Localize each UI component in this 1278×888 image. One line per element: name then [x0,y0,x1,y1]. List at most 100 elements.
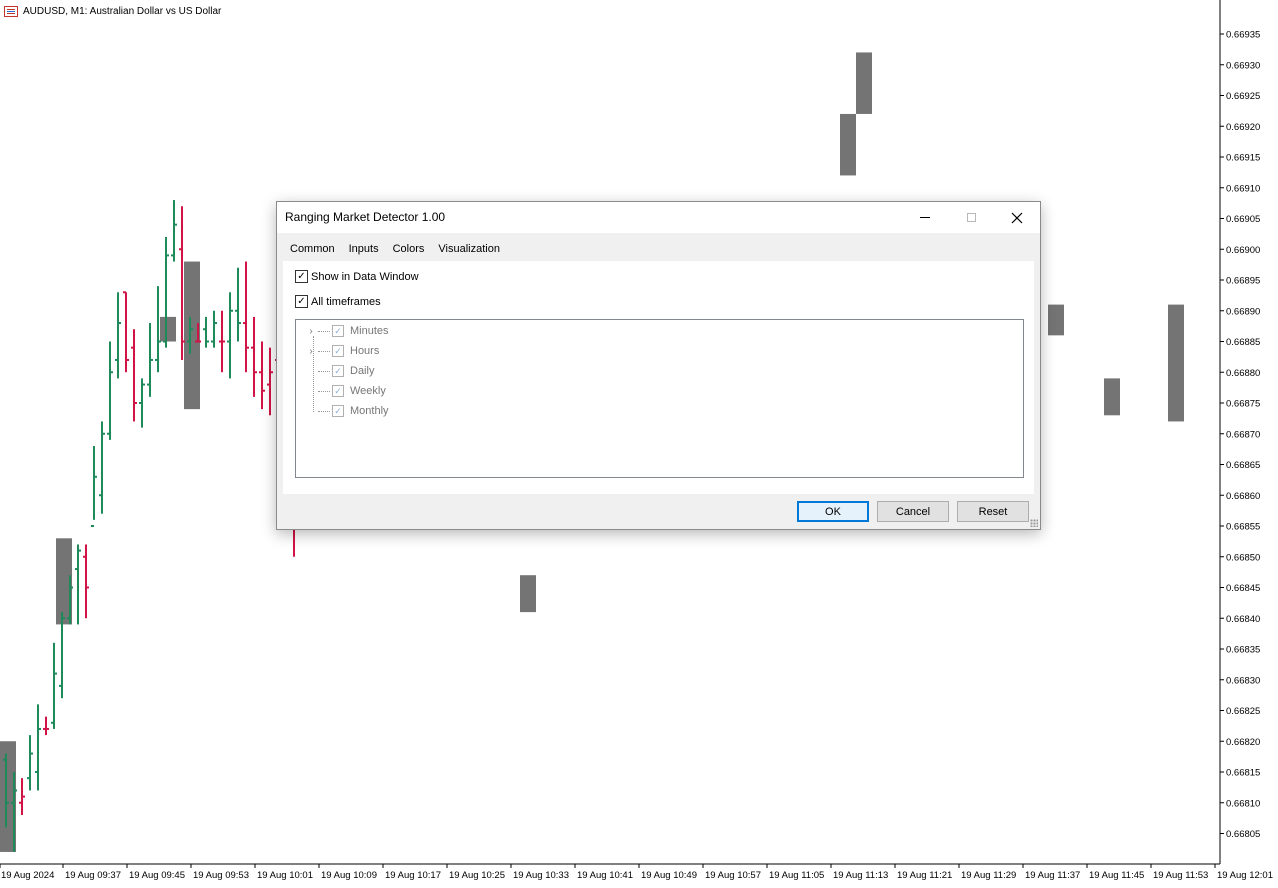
time-tick-label: 19 Aug 10:33 [513,870,569,881]
ohlc-bar [131,329,137,422]
price-tick-label: 0.66830 [1226,675,1260,686]
weekly-checkbox: ✓ [332,385,344,397]
ohlc-bar [59,612,65,699]
price-tick-label: 0.66900 [1226,245,1260,256]
show-in-data-window-checkbox[interactable]: ✓ [295,270,308,283]
time-tick-label: 19 Aug 10:49 [641,870,697,881]
daily-checkbox: ✓ [332,365,344,377]
price-tick-label: 0.66835 [1226,645,1260,656]
tree-item-weekly: ✓ Weekly [306,383,386,399]
time-tick-label: 19 Aug 10:17 [385,870,441,881]
ohlc-bar [243,261,249,373]
tree-branch [318,410,330,412]
chart-title: AUDUSD, M1: Australian Dollar vs US Doll… [4,6,221,17]
tree-item-minutes: › ✓ Minutes [306,323,389,339]
close-icon [1011,212,1023,223]
tree-branch [318,350,330,352]
tab-common[interactable]: Common [283,240,342,260]
price-tick-label: 0.66895 [1226,276,1260,287]
all-timeframes-row[interactable]: ✓ All timeframes [295,295,381,308]
show-in-data-window-row[interactable]: ✓ Show in Data Window [295,270,419,283]
resize-grip[interactable] [1030,519,1038,527]
time-tick-label: 19 Aug 11:29 [961,870,1016,881]
time-tick-label: 19 Aug 11:37 [1025,870,1080,881]
all-timeframes-label: All timeframes [311,295,381,308]
ok-button[interactable]: OK [797,501,869,522]
price-tick-label: 0.66875 [1226,399,1260,410]
monthly-checkbox: ✓ [332,405,344,417]
price-tick-label: 0.66805 [1226,829,1260,840]
tree-label-hours: Hours [350,345,380,357]
price-tick-label: 0.66850 [1226,552,1260,563]
ohlc-bar [91,446,97,527]
time-tick-label: 19 Aug 11:53 [1153,870,1208,881]
show-in-data-window-label: Show in Data Window [311,270,419,283]
price-tick-label: 0.66890 [1226,306,1260,317]
time-tick-label: 19 Aug 09:37 [65,870,121,881]
maximize-icon [966,213,976,222]
price-tick-label: 0.66825 [1226,706,1260,717]
price-axis: 0.66935 0.66930 0.66925 0.66920 0.66915 0.669… [1220,30,1260,840]
close-button[interactable] [994,202,1040,233]
time-tick-label: 19 Aug 2024 [1,870,54,881]
reset-button[interactable]: Reset [957,501,1029,522]
time-tick-label: 19 Aug 11:05 [769,870,824,881]
range-box [1104,378,1120,416]
time-tick-label: 19 Aug 10:57 [705,870,761,881]
range-box [840,113,856,176]
range-box [1048,304,1064,336]
time-tick-label: 19 Aug 12:01 [1217,870,1273,881]
timeframes-tree: › ✓ Minutes › ✓ Hours ✓ Daily ✓ Weekly ✓… [295,319,1024,478]
ohlc-bar [43,716,49,736]
all-timeframes-checkbox[interactable]: ✓ [295,295,308,308]
ohlc-bar [51,642,57,729]
chevron-right-icon: › [309,345,313,357]
chevron-right-icon: › [309,325,313,337]
minutes-checkbox: ✓ [332,325,344,337]
time-axis: 19 Aug 2024 19 Aug 09:37 19 Aug 09:45 19 Au… [0,864,1273,881]
ohlc-bar [19,778,25,816]
price-tick-label: 0.66910 [1226,183,1260,194]
ohlc-bar [83,544,89,619]
ohlc-bar [227,292,233,379]
tree-label-daily: Daily [350,365,375,377]
price-tick-label: 0.66810 [1226,798,1260,809]
tab-colors[interactable]: Colors [386,240,432,260]
ohlc-bar [115,292,121,379]
price-tick-label: 0.66905 [1226,214,1260,225]
tab-bar: Common Inputs Colors Visualization [283,240,507,263]
chart-symbol-title: AUDUSD, M1: Australian Dollar vs US Doll… [23,6,222,17]
range-box [520,575,536,613]
price-tick-label: 0.66845 [1226,583,1260,594]
dialog-title-bar[interactable]: Ranging Market Detector 1.00 [277,202,1040,233]
ohlc-bar [259,341,265,410]
visualization-panel: ✓ Show in Data Window ✓ All timeframes ›… [283,261,1034,494]
tree-item-monthly: ✓ Monthly [306,403,389,419]
price-tick-label: 0.66865 [1226,460,1260,471]
chart-symbol-icon[interactable] [4,6,18,17]
cancel-button[interactable]: Cancel [877,501,949,522]
minimize-icon [920,217,930,218]
time-tick-label: 19 Aug 10:25 [449,870,505,881]
time-tick-label: 19 Aug 11:21 [897,870,952,881]
price-tick-label: 0.66840 [1226,614,1260,625]
tab-inputs[interactable]: Inputs [342,240,386,260]
ohlc-bar [27,735,33,791]
price-tick-label: 0.66870 [1226,429,1260,440]
ohlc-bar [267,347,273,416]
minimize-button[interactable] [902,202,948,233]
time-tick-label: 19 Aug 11:45 [1089,870,1144,881]
time-tick-label: 19 Aug 10:09 [321,870,377,881]
ohlc-bar [147,323,153,397]
time-tick-label: 19 Aug 09:53 [193,870,249,881]
ohlc-bars [3,200,297,852]
price-tick-label: 0.66925 [1226,91,1260,102]
ohlc-bar [139,378,145,428]
price-tick-label: 0.66935 [1226,30,1260,41]
dialog-title: Ranging Market Detector 1.00 [285,210,446,224]
ohlc-bar [107,341,113,440]
ohlc-bar [251,316,257,397]
price-tick-label: 0.66920 [1226,122,1260,133]
range-box [856,52,872,114]
tab-visualization[interactable]: Visualization [431,240,507,263]
